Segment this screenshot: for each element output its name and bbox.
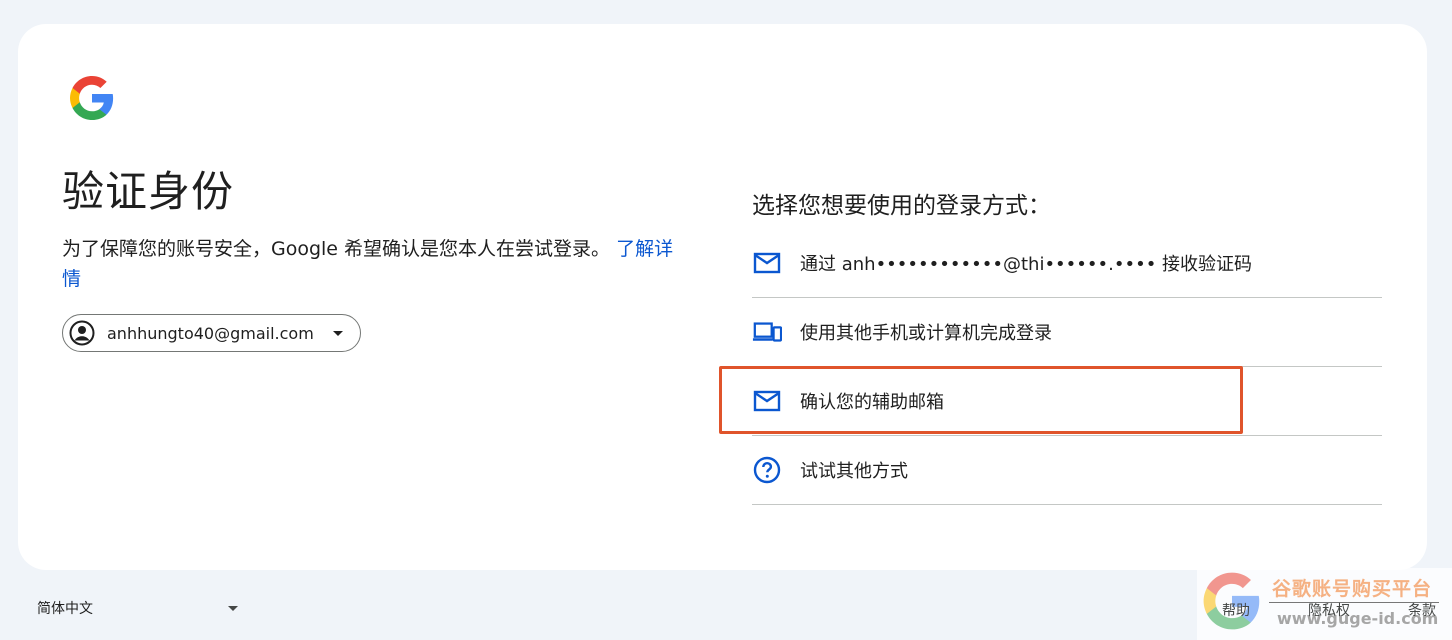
method-label: 使用其他手机或计算机完成登录 [800,323,1052,344]
chevron-down-icon [333,331,343,336]
page-title: 验证身份 [62,167,235,216]
chevron-down-icon [228,606,238,611]
method-label: 试试其他方式 [800,461,908,482]
method-try-another[interactable]: 试试其他方式 [752,436,1382,505]
methods-heading: 选择您想要使用的登录方式： [752,193,1051,219]
google-logo [70,76,114,120]
mail-icon [752,248,782,278]
method-other-device[interactable]: 使用其他手机或计算机完成登录 [752,298,1382,367]
method-receive-code[interactable]: 通过 anh••••••••••••@thi••••••.•••• 接收验证码 [752,229,1382,298]
watermark-title: 谷歌账号购买平台 [1272,578,1433,600]
mail-icon [752,386,782,416]
account-circle-icon [69,320,95,346]
privacy-link[interactable]: 隐私权 [1308,600,1350,620]
language-label: 简体中文 [37,601,93,617]
description-text: 为了保障您的账号安全，Google 希望确认是您本人在尝试登录。 [62,238,611,260]
account-chip[interactable]: anhhungto40@gmail.com [62,314,361,352]
method-label: 通过 anh••••••••••••@thi••••••.•••• 接收验证码 [800,254,1253,275]
account-email: anhhungto40@gmail.com [107,323,314,343]
help-link[interactable]: 帮助 [1222,600,1250,620]
method-label: 确认您的辅助邮箱 [800,392,944,413]
signin-card: 验证身份 为了保障您的账号安全，Google 希望确认是您本人在尝试登录。 了解… [18,24,1427,570]
terms-link[interactable]: 条款 [1408,600,1436,620]
page-description: 为了保障您的账号安全，Google 希望确认是您本人在尝试登录。 了解详情 [62,234,692,294]
methods-list: 通过 anh••••••••••••@thi••••••.•••• 接收验证码 … [752,229,1382,505]
help-circle-icon [752,455,782,485]
devices-icon [752,317,782,347]
footer-links: 帮助 隐私权 条款 [1222,600,1436,620]
language-selector[interactable]: 简体中文 [37,598,239,618]
method-recovery-email[interactable]: 确认您的辅助邮箱 [752,367,1382,436]
